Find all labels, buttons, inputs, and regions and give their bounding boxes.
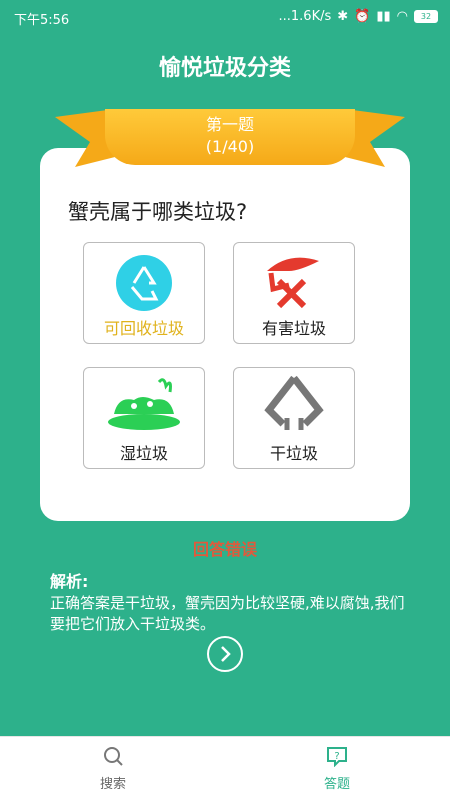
option-label: 湿垃圾 <box>119 444 168 463</box>
alarm-icon: ⏰ <box>354 9 371 24</box>
question-progress: (1/40) <box>205 137 255 156</box>
wifi-icon: ◠ <box>396 9 408 24</box>
option-label: 有害垃圾 <box>261 319 326 338</box>
quiz-icon: ? <box>327 747 347 768</box>
hazardous-icon <box>267 257 319 309</box>
recycle-icon <box>116 255 172 311</box>
option-dry[interactable]: 干垃圾 <box>233 367 355 469</box>
dry-waste-icon <box>264 375 324 430</box>
next-button[interactable] <box>207 636 243 672</box>
question-ribbon: 第一题 (1/40) <box>55 97 405 177</box>
bottom-nav: 搜索 ? 答题 <box>0 736 450 801</box>
tab-search[interactable]: 搜索 <box>68 745 158 792</box>
question-text: 蟹壳属于哪类垃圾? <box>68 200 248 224</box>
page-title: 愉悦垃圾分类 <box>158 56 291 81</box>
question-number: 第一题 <box>205 115 254 134</box>
chevron-right-icon <box>221 646 231 662</box>
answer-result: 回答错误 <box>192 540 257 559</box>
battery-icon: 32 <box>414 10 438 23</box>
wet-waste-icon <box>108 378 180 430</box>
analysis-heading: 解析: <box>50 572 89 591</box>
status-bar: 下午5:56 ...1.6K/s ✱ ⏰ ▮▮ ◠ 32 <box>0 0 450 32</box>
search-icon <box>104 747 123 766</box>
analysis-text: 正确答案是干垃圾，蟹壳因为比较坚硬,难以腐蚀,我们要把它们放入干垃圾类。 <box>50 594 405 633</box>
option-hazardous[interactable]: 有害垃圾 <box>233 242 355 344</box>
tab-label: 搜索 <box>99 777 126 792</box>
option-label: 可回收垃圾 <box>103 319 184 338</box>
option-label: 干垃圾 <box>269 444 318 463</box>
tab-label: 答题 <box>323 777 350 792</box>
ribbon-center: 第一题 (1/40) <box>105 109 355 165</box>
option-wet[interactable]: 湿垃圾 <box>83 367 205 469</box>
status-time: 下午5:56 <box>14 13 70 28</box>
question-card: 蟹壳属于哪类垃圾? 可回收垃圾 有害垃圾 湿垃圾 干垃圾 <box>40 148 410 521</box>
bluetooth-icon: ✱ <box>337 9 349 24</box>
option-recyclable[interactable]: 可回收垃圾 <box>83 242 205 344</box>
network-speed: ...1.6K/s <box>278 9 332 24</box>
signal-icon: ▮▮ <box>376 9 391 24</box>
svg-text:?: ? <box>334 751 339 762</box>
tab-quiz[interactable]: ? 答题 <box>292 745 382 792</box>
